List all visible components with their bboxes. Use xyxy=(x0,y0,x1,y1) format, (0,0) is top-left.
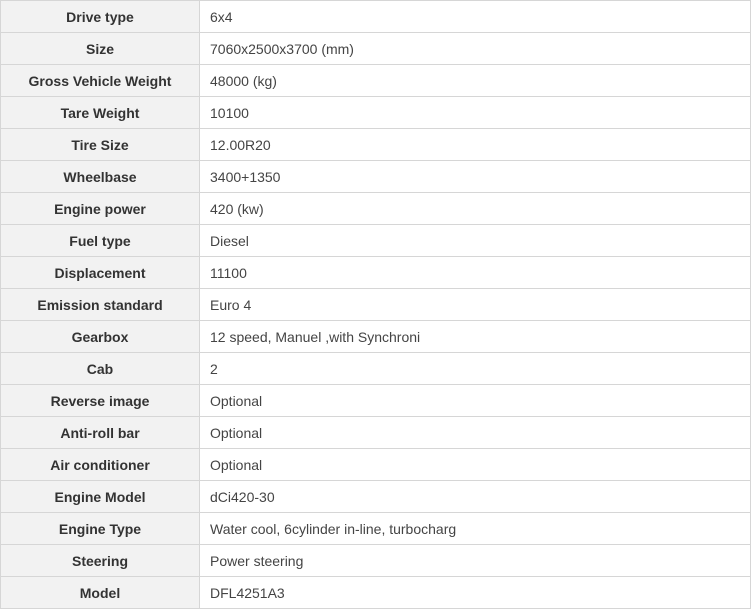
row-value: 12 speed, Manuel ,with Synchroni xyxy=(199,320,751,353)
table-row-engine-power: Engine power 420 (kw) xyxy=(0,192,751,225)
row-value: 2 xyxy=(199,352,751,385)
row-label: Engine Model xyxy=(0,480,200,513)
row-label: Fuel type xyxy=(0,224,200,257)
row-label: Steering xyxy=(0,544,200,577)
row-label: Cab xyxy=(0,352,200,385)
table-row-gross-vehicle-weight: Gross Vehicle Weight 48000 (kg) xyxy=(0,64,751,97)
row-value: 12.00R20 xyxy=(199,128,751,161)
row-value: 7060x2500x3700 (mm) xyxy=(199,32,751,65)
table-row-gearbox: Gearbox 12 speed, Manuel ,with Synchroni xyxy=(0,320,751,353)
row-value: Euro 4 xyxy=(199,288,751,321)
row-label: Displacement xyxy=(0,256,200,289)
table-row-drive-type: Drive type 6x4 xyxy=(0,0,751,33)
row-label: Air conditioner xyxy=(0,448,200,481)
table-row-cab: Cab 2 xyxy=(0,352,751,385)
table-row-size: Size 7060x2500x3700 (mm) xyxy=(0,32,751,65)
row-label: Reverse image xyxy=(0,384,200,417)
row-label: Engine Type xyxy=(0,512,200,545)
spec-table-body: Drive type 6x4 Size 7060x2500x3700 (mm) … xyxy=(0,0,751,609)
row-value: DFL4251A3 xyxy=(199,576,751,609)
table-row-displacement: Displacement 11100 xyxy=(0,256,751,289)
row-value: 3400+1350 xyxy=(199,160,751,193)
table-row-engine-type: Engine Type Water cool, 6cylinder in-lin… xyxy=(0,512,751,545)
row-label: Size xyxy=(0,32,200,65)
row-label: Drive type xyxy=(0,0,200,33)
table-row-emission-standard: Emission standard Euro 4 xyxy=(0,288,751,321)
table-row-engine-model: Engine Model dCi420-30 xyxy=(0,480,751,513)
row-value: Optional xyxy=(199,448,751,481)
row-label: Engine power xyxy=(0,192,200,225)
table-row-model: Model DFL4251A3 xyxy=(0,576,751,609)
row-label: Wheelbase xyxy=(0,160,200,193)
row-value: 6x4 xyxy=(199,0,751,33)
row-label: Emission standard xyxy=(0,288,200,321)
row-value: 11100 xyxy=(199,256,751,289)
row-label: Gearbox xyxy=(0,320,200,353)
table-row-reverse-image: Reverse image Optional xyxy=(0,384,751,417)
row-value: 10100 xyxy=(199,96,751,129)
row-value: 420 (kw) xyxy=(199,192,751,225)
row-value: Diesel xyxy=(199,224,751,257)
row-label: Gross Vehicle Weight xyxy=(0,64,200,97)
row-value: Power steering xyxy=(199,544,751,577)
table-row-wheelbase: Wheelbase 3400+1350 xyxy=(0,160,751,193)
row-label: Tare Weight xyxy=(0,96,200,129)
table-row-air-conditioner: Air conditioner Optional xyxy=(0,448,751,481)
row-value: Optional xyxy=(199,384,751,417)
table-row-tare-weight: Tare Weight 10100 xyxy=(0,96,751,129)
row-label: Tire Size xyxy=(0,128,200,161)
row-value: 48000 (kg) xyxy=(199,64,751,97)
row-label: Model xyxy=(0,576,200,609)
table-row-anti-roll-bar: Anti-roll bar Optional xyxy=(0,416,751,449)
table-row-fuel-type: Fuel type Diesel xyxy=(0,224,751,257)
spec-table: Drive type 6x4 Size 7060x2500x3700 (mm) … xyxy=(0,0,751,609)
row-value: dCi420-30 xyxy=(199,480,751,513)
table-row-steering: Steering Power steering xyxy=(0,544,751,577)
row-label: Anti-roll bar xyxy=(0,416,200,449)
row-value: Optional xyxy=(199,416,751,449)
row-value: Water cool, 6cylinder in-line, turbochar… xyxy=(199,512,751,545)
table-row-tire-size: Tire Size 12.00R20 xyxy=(0,128,751,161)
